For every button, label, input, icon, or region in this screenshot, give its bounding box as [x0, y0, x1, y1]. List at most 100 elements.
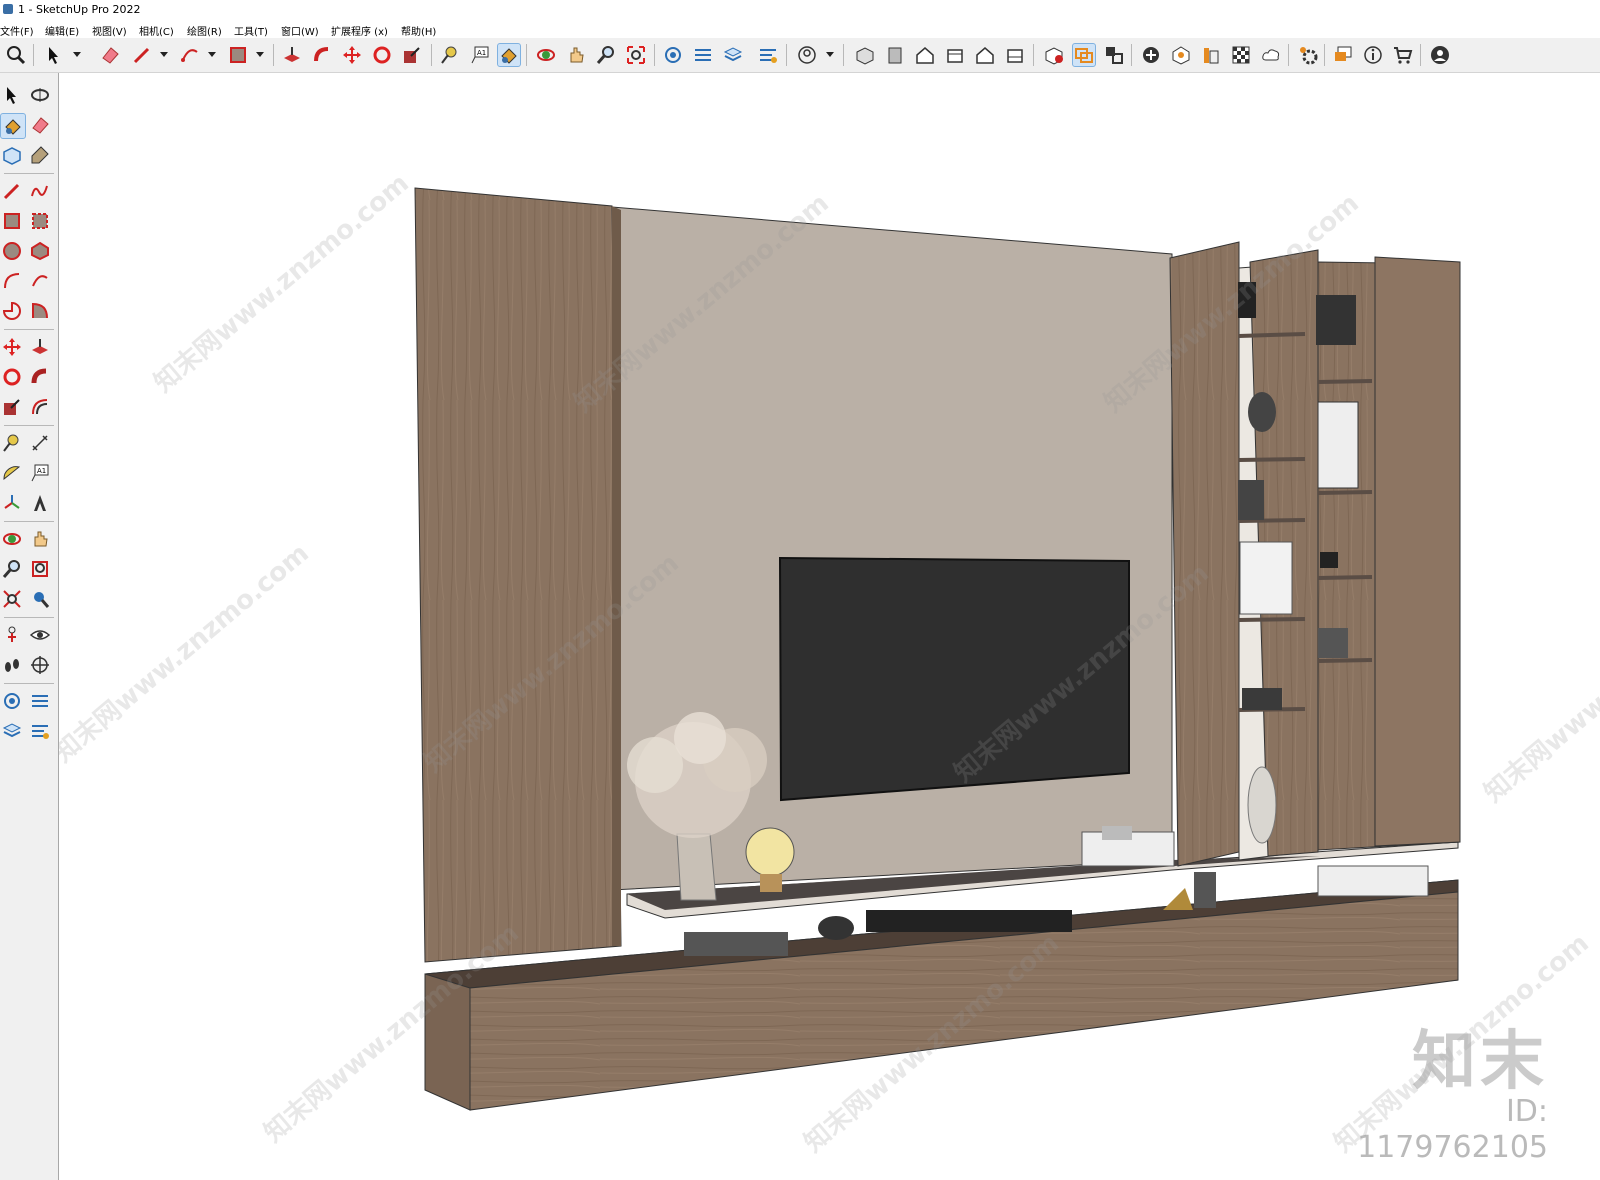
three-point-arc-icon[interactable]: [28, 269, 52, 293]
menu-camera[interactable]: 相机(C): [139, 23, 174, 38]
pan-tool-icon[interactable]: [28, 527, 52, 551]
pencil-dropdown-icon[interactable]: [160, 52, 168, 57]
axes-icon[interactable]: [0, 491, 24, 515]
circle-icon[interactable]: [0, 239, 24, 263]
orbit-icon[interactable]: [28, 83, 52, 107]
text-icon[interactable]: A1: [28, 461, 52, 485]
pie-icon[interactable]: [0, 299, 24, 323]
zoom-icon[interactable]: [594, 43, 618, 67]
user-icon[interactable]: [1428, 43, 1452, 67]
rotate-icon[interactable]: [370, 43, 394, 67]
orbit-tool-icon[interactable]: [0, 527, 24, 551]
select-icon[interactable]: [42, 43, 66, 67]
offset-icon[interactable]: [28, 395, 52, 419]
protractor-icon[interactable]: [0, 461, 24, 485]
eraser-icon[interactable]: [98, 43, 122, 67]
select-icon[interactable]: [0, 83, 24, 107]
layer-settings-icon[interactable]: [0, 689, 24, 713]
dimension-icon[interactable]: [28, 431, 52, 455]
cart-icon[interactable]: [1391, 43, 1415, 67]
pencil-icon[interactable]: [130, 43, 154, 67]
rectangle-icon[interactable]: [0, 209, 24, 233]
menu-view[interactable]: 视图(V): [92, 23, 127, 38]
section-display-icon[interactable]: [1102, 43, 1126, 67]
material-icon[interactable]: [1229, 43, 1253, 67]
freehand-icon[interactable]: [28, 179, 52, 203]
text-icon[interactable]: A1: [468, 43, 492, 67]
select-dropdown-icon[interactable]: [73, 52, 81, 57]
scale-icon[interactable]: [400, 43, 424, 67]
component-attributes-icon[interactable]: [691, 43, 715, 67]
left-view-icon[interactable]: [1003, 43, 1027, 67]
component-icon[interactable]: [0, 143, 24, 167]
polygon-icon[interactable]: [28, 239, 52, 263]
back-view-icon[interactable]: [973, 43, 997, 67]
layer-filter-icon[interactable]: [28, 689, 52, 713]
section-plane-icon[interactable]: [1072, 43, 1096, 67]
arc-dropdown-icon[interactable]: [208, 52, 216, 57]
zoom-window-icon[interactable]: [28, 557, 52, 581]
position-camera-icon[interactable]: [0, 623, 24, 647]
line-icon[interactable]: [0, 179, 24, 203]
move-icon[interactable]: [340, 43, 364, 67]
account-dropdown-icon[interactable]: [826, 52, 834, 57]
right-view-icon[interactable]: [943, 43, 967, 67]
cloud-icon[interactable]: [1259, 43, 1283, 67]
rectangle-dropdown-icon[interactable]: [256, 52, 264, 57]
main-toolbar: A1: [0, 38, 1600, 73]
layer-config-icon[interactable]: [28, 719, 52, 743]
3d-text-icon[interactable]: [28, 491, 52, 515]
push-pull-icon[interactable]: [28, 335, 52, 359]
layers-icon[interactable]: [721, 43, 745, 67]
message-icon[interactable]: [1331, 43, 1355, 67]
section-plane-tool-icon[interactable]: [28, 653, 52, 677]
zoom-extents-tool-icon[interactable]: [0, 587, 24, 611]
arc-icon[interactable]: [178, 43, 202, 67]
account-icon[interactable]: [795, 43, 819, 67]
pan-icon[interactable]: [564, 43, 588, 67]
menu-edit[interactable]: 编辑(E): [45, 23, 79, 38]
style-icon[interactable]: [1199, 43, 1223, 67]
eraser-icon[interactable]: [28, 113, 52, 137]
search-icon[interactable]: [4, 43, 28, 67]
layer-stack-icon[interactable]: [0, 719, 24, 743]
look-around-icon[interactable]: [28, 623, 52, 647]
menu-help[interactable]: 帮助(H): [401, 23, 436, 38]
walk-icon[interactable]: [0, 653, 24, 677]
zoom-extents-icon[interactable]: [624, 43, 648, 67]
tag-icon[interactable]: [28, 143, 52, 167]
tape-measure-icon[interactable]: [0, 431, 24, 455]
paint-bucket-icon[interactable]: [0, 113, 26, 139]
add-location-icon[interactable]: [1139, 43, 1163, 67]
two-point-arc-icon[interactable]: [28, 299, 52, 323]
follow-me-icon[interactable]: [310, 43, 334, 67]
menu-draw[interactable]: 绘图(R): [187, 23, 222, 38]
top-view-icon[interactable]: [883, 43, 907, 67]
tape-measure-icon[interactable]: [438, 43, 462, 67]
orbit-icon[interactable]: [534, 43, 558, 67]
follow-me-icon[interactable]: [28, 365, 52, 389]
component-options-icon[interactable]: [661, 43, 685, 67]
menu-file[interactable]: 文件(F): [0, 23, 34, 38]
menu-window[interactable]: 窗口(W): [281, 23, 319, 38]
sandbox-icon[interactable]: [1169, 43, 1193, 67]
arc-icon[interactable]: [0, 269, 24, 293]
warehouse-icon[interactable]: [1042, 43, 1066, 67]
zoom-tool-icon[interactable]: [0, 557, 24, 581]
model-viewport[interactable]: 知末网www.znzmo.com 知末网www.znzmo.com 知末网www…: [59, 73, 1600, 1180]
settings-icon[interactable]: [1296, 43, 1320, 67]
scale-icon[interactable]: [0, 395, 24, 419]
iso-view-icon[interactable]: [853, 43, 877, 67]
info-icon[interactable]: [1361, 43, 1385, 67]
rectangle-icon[interactable]: [226, 43, 250, 67]
menu-tools[interactable]: 工具(T): [234, 23, 268, 38]
front-view-icon[interactable]: [913, 43, 937, 67]
push-pull-icon[interactable]: [280, 43, 304, 67]
paint-bucket-icon[interactable]: [497, 43, 521, 67]
outliner-icon[interactable]: [756, 43, 780, 67]
move-icon[interactable]: [0, 335, 24, 359]
menu-extensions[interactable]: 扩展程序 (x): [331, 23, 388, 38]
rotate-icon[interactable]: [0, 365, 24, 389]
previous-view-icon[interactable]: [28, 587, 52, 611]
rotated-rectangle-icon[interactable]: [28, 209, 52, 233]
